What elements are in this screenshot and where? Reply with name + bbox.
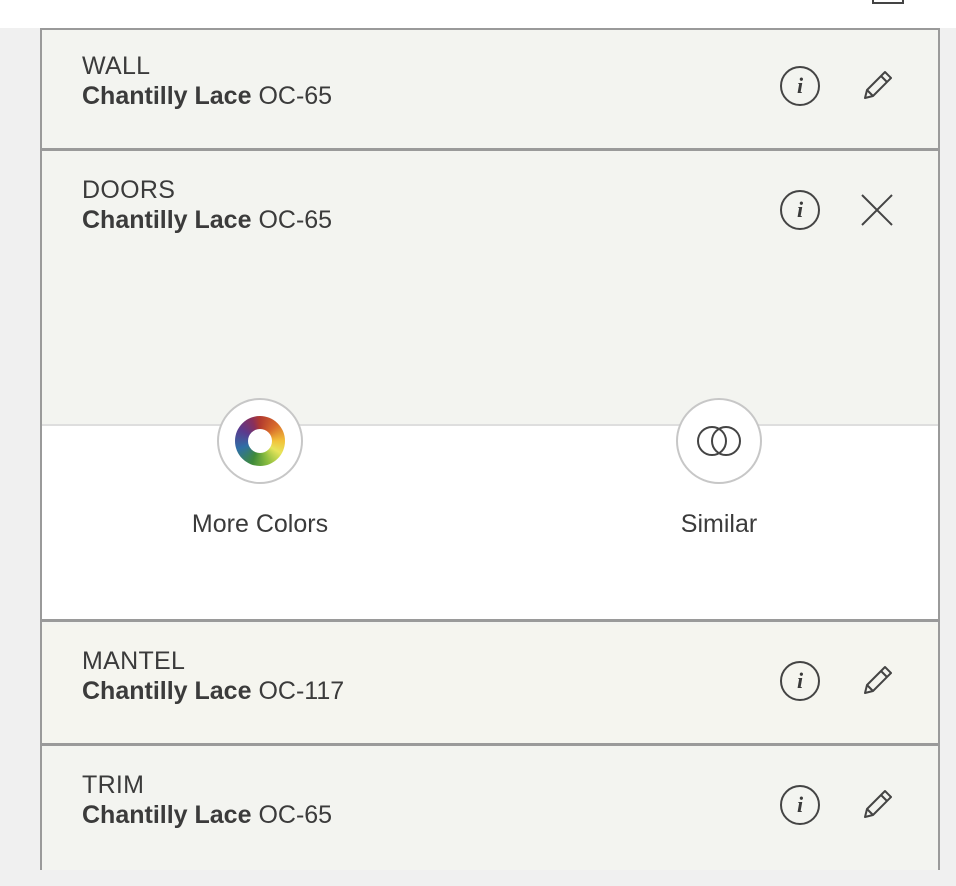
- more-colors-button[interactable]: [217, 398, 303, 484]
- color-code: OC-65: [258, 82, 333, 110]
- color-name: Chantilly Lace: [82, 206, 252, 234]
- info-button[interactable]: i: [780, 661, 820, 701]
- color-assignment-panel: WALL Chantilly Lace OC-65 i DOORS Chanti…: [40, 28, 940, 870]
- info-icon: i: [796, 668, 804, 693]
- color-name: Chantilly Lace: [82, 677, 252, 705]
- color-line: Chantilly Lace OC-117: [82, 677, 344, 706]
- color-code: OC-65: [258, 801, 333, 829]
- room-label: DOORS: [82, 176, 176, 204]
- info-icon: i: [796, 197, 804, 222]
- pencil-icon: [864, 790, 892, 818]
- edit-button[interactable]: [857, 66, 897, 106]
- color-code: OC-65: [258, 206, 333, 234]
- row-doors: DOORS Chantilly Lace OC-65 i More Colors: [42, 154, 938, 622]
- similar-action[interactable]: Similar: [619, 398, 819, 539]
- more-colors-action[interactable]: More Colors: [160, 398, 360, 539]
- color-wheel-icon: [235, 416, 285, 466]
- pencil-icon: [864, 71, 892, 99]
- info-icon: i: [796, 73, 804, 98]
- top-bar: [0, 0, 956, 28]
- info-button[interactable]: i: [780, 785, 820, 825]
- info-button[interactable]: i: [780, 190, 820, 230]
- room-label: WALL: [82, 52, 151, 80]
- similar-label: Similar: [680, 510, 758, 538]
- color-line: Chantilly Lace OC-65: [82, 801, 332, 830]
- room-label: MANTEL: [82, 647, 186, 675]
- info-icon: i: [796, 792, 804, 817]
- menu-icon[interactable]: [872, 0, 904, 4]
- row-trim: TRIM Chantilly Lace OC-65 i: [42, 749, 938, 870]
- row-mantel: MANTEL Chantilly Lace OC-117 i: [42, 625, 938, 746]
- color-line: Chantilly Lace OC-65: [82, 82, 332, 111]
- info-button[interactable]: i: [780, 66, 820, 106]
- room-label: TRIM: [82, 771, 145, 799]
- similar-button[interactable]: [676, 398, 762, 484]
- edit-button[interactable]: [857, 785, 897, 825]
- more-colors-label: More Colors: [191, 510, 329, 538]
- close-button[interactable]: [857, 190, 897, 230]
- edit-button[interactable]: [857, 661, 897, 701]
- overlapping-circles-icon: [697, 426, 741, 456]
- color-line: Chantilly Lace OC-65: [82, 206, 332, 235]
- color-name: Chantilly Lace: [82, 82, 252, 110]
- color-code: OC-117: [258, 677, 345, 705]
- row-wall: WALL Chantilly Lace OC-65 i: [42, 30, 938, 151]
- color-name: Chantilly Lace: [82, 801, 252, 829]
- close-icon: [861, 194, 893, 226]
- pencil-icon: [864, 666, 892, 694]
